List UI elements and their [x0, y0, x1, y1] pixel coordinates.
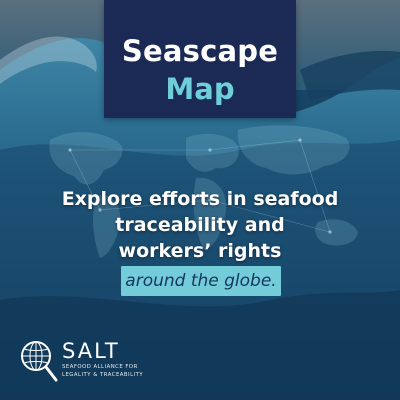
globe-magnifier-icon — [21, 341, 58, 382]
highlight-text: around the globe. — [125, 271, 277, 291]
headline-line-2: traceability and — [115, 214, 285, 236]
banner-subtitle: Map — [165, 72, 235, 106]
headline-line-3: workers’ rights — [118, 240, 282, 262]
headline-line-1: Explore efforts in seafood — [61, 188, 339, 210]
logo-tagline-line-2: LEGALITY & TRACEABILITY — [62, 372, 144, 378]
banner-title: Seascape — [121, 34, 279, 68]
promo-graphic: Seascape Map Explore efforts in seafood … — [0, 0, 400, 400]
title-banner: Seascape Map — [104, 0, 296, 118]
logo-name: SALT — [62, 339, 120, 363]
logo-tagline: SEAFOOD ALLIANCE FOR LEGALITY & TRACEABI… — [62, 363, 192, 379]
highlight-pill: around the globe. — [121, 266, 281, 296]
logo-tagline-line-1: SEAFOOD ALLIANCE FOR — [62, 364, 138, 370]
